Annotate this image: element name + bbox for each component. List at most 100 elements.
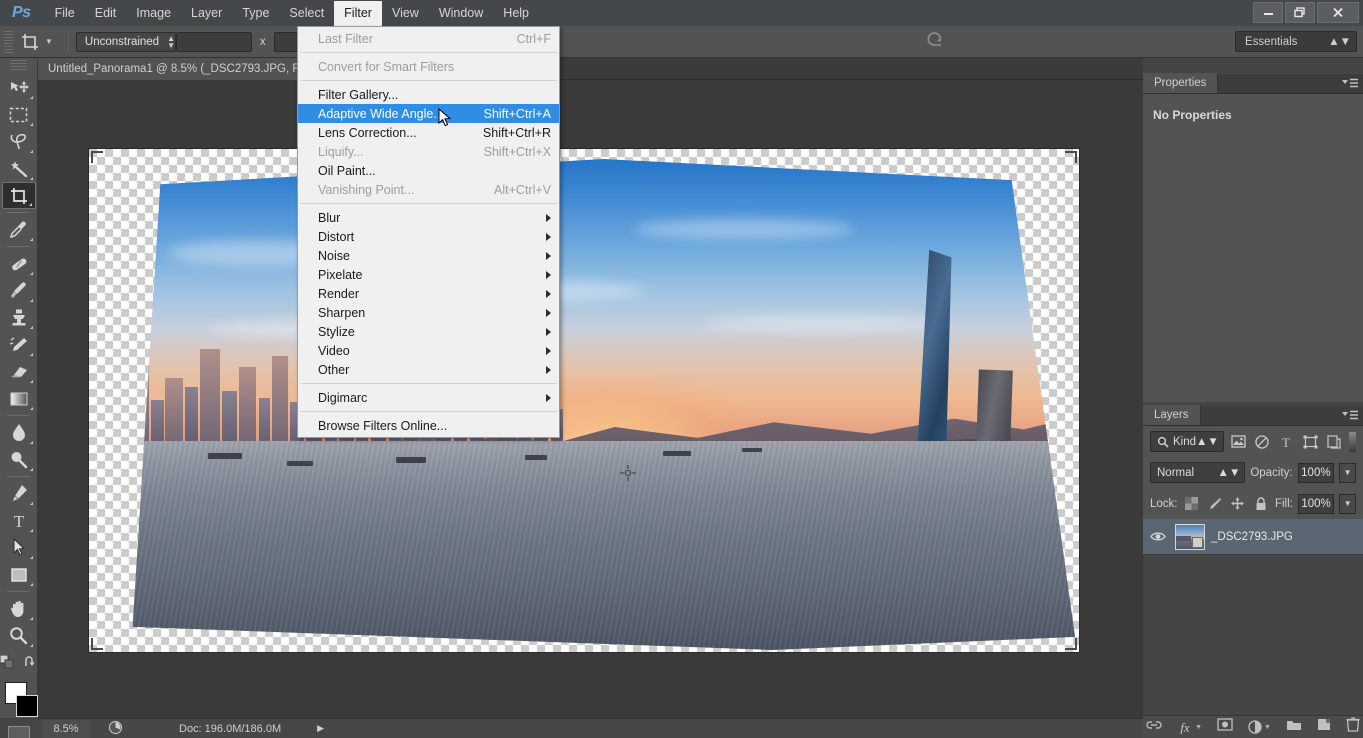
swap-colors-icon[interactable] xyxy=(24,655,38,674)
menu-item-blur[interactable]: Blur xyxy=(298,208,559,227)
tab-properties[interactable]: Properties xyxy=(1143,73,1219,93)
hand-tool[interactable] xyxy=(2,595,36,622)
lock-transparent-icon[interactable] xyxy=(1183,493,1201,514)
crop-ratio-select[interactable]: Unconstrained ▲ ▼ xyxy=(75,31,176,52)
menu-item-lens-correction[interactable]: Lens Correction... Shift+Ctrl+R xyxy=(298,123,559,142)
rectangular-marquee-tool[interactable] xyxy=(2,101,36,128)
type-tool[interactable]: T xyxy=(2,507,36,534)
new-layer-icon[interactable] xyxy=(1317,718,1331,736)
menu-help[interactable]: Help xyxy=(493,1,539,26)
layer-filter-kind-select[interactable]: Kind ▲▼ xyxy=(1150,431,1224,452)
canvas-area[interactable] xyxy=(38,80,1143,718)
menu-item-liquify[interactable]: Liquify... Shift+Ctrl+X xyxy=(298,142,559,161)
crop-handle-top-left[interactable] xyxy=(91,151,105,165)
doc-size-icon[interactable] xyxy=(108,720,123,738)
crop-icon[interactable] xyxy=(17,30,43,54)
crop-tool[interactable] xyxy=(1,182,36,209)
layer-visibility-toggle[interactable] xyxy=(1147,531,1169,542)
history-brush-tool[interactable] xyxy=(2,331,36,358)
minimize-button[interactable] xyxy=(1253,2,1283,23)
lock-all-icon[interactable] xyxy=(1252,493,1270,514)
lock-image-icon[interactable] xyxy=(1206,493,1224,514)
layer-row[interactable]: _DSC2793.JPG xyxy=(1143,519,1363,555)
fill-input[interactable]: 100% xyxy=(1297,493,1335,514)
document-tab[interactable]: Untitled_Panorama1 @ 8.5% (_DSC2793.JPG,… xyxy=(38,58,321,80)
menu-file[interactable]: File xyxy=(45,1,85,26)
clone-stamp-tool[interactable] xyxy=(2,304,36,331)
layers-panel-menu-icon[interactable] xyxy=(1342,410,1358,421)
crop-handle-top-right[interactable] xyxy=(1063,151,1077,165)
menu-item-digimarc[interactable]: Digimarc xyxy=(298,388,559,407)
magic-wand-tool[interactable] xyxy=(2,155,36,182)
blur-tool[interactable] xyxy=(2,419,36,446)
path-selection-tool[interactable] xyxy=(2,534,36,561)
menu-item-noise[interactable]: Noise xyxy=(298,246,559,265)
canvas-document[interactable] xyxy=(89,149,1079,652)
menu-item-browse-filters-online[interactable]: Browse Filters Online... xyxy=(298,416,559,435)
restore-button[interactable] xyxy=(1285,2,1315,23)
eraser-tool[interactable] xyxy=(2,358,36,385)
eyedropper-tool[interactable] xyxy=(2,216,36,243)
blend-mode-select[interactable]: Normal ▲▼ xyxy=(1150,462,1246,483)
brush-tool[interactable] xyxy=(2,277,36,304)
menu-item-filter-gallery[interactable]: Filter Gallery... xyxy=(298,85,559,104)
menu-item-video[interactable]: Video xyxy=(298,341,559,360)
fill-dropdown-icon[interactable]: ▼ xyxy=(1339,493,1356,514)
status-expand-arrow-icon[interactable]: ▶ xyxy=(317,723,324,734)
menu-item-distort[interactable]: Distort xyxy=(298,227,559,246)
menu-item-pixelate[interactable]: Pixelate xyxy=(298,265,559,284)
opacity-input[interactable]: 100% xyxy=(1297,462,1335,483)
lasso-tool[interactable] xyxy=(2,128,36,155)
smart-object-filter-icon[interactable] xyxy=(1325,431,1344,452)
adjustment-layer-icon[interactable]: ▼ xyxy=(1248,720,1271,734)
new-group-icon[interactable] xyxy=(1286,718,1302,736)
reset-icon[interactable] xyxy=(925,30,945,53)
menu-item-vanishing-point[interactable]: Vanishing Point... Alt+Ctrl+V xyxy=(298,180,559,199)
lock-position-icon[interactable] xyxy=(1229,493,1247,514)
crop-handle-bottom-right[interactable] xyxy=(1063,636,1077,650)
zoom-level[interactable]: 8.5% xyxy=(42,719,90,738)
move-tool[interactable] xyxy=(2,74,36,101)
menu-layer[interactable]: Layer xyxy=(181,1,232,26)
menu-item-sharpen[interactable]: Sharpen xyxy=(298,303,559,322)
menu-item-oil-paint[interactable]: Oil Paint... xyxy=(298,161,559,180)
type-filter-icon[interactable]: T xyxy=(1277,431,1296,452)
menu-view[interactable]: View xyxy=(382,1,429,26)
dodge-tool[interactable] xyxy=(2,446,36,473)
menu-item-other[interactable]: Other xyxy=(298,360,559,379)
link-layers-icon[interactable] xyxy=(1146,718,1162,736)
menu-type[interactable]: Type xyxy=(232,1,279,26)
menu-image[interactable]: Image xyxy=(126,1,181,26)
menu-item-convert-for-smart-filters[interactable]: Convert for Smart Filters xyxy=(298,57,559,76)
adjustment-filter-icon[interactable] xyxy=(1253,431,1272,452)
layer-mask-icon[interactable] xyxy=(1217,718,1233,736)
workspace-select[interactable]: Essentials ▲▼ xyxy=(1235,31,1357,52)
pixel-filter-icon[interactable] xyxy=(1229,431,1248,452)
toolbox-grip[interactable] xyxy=(10,60,27,72)
pen-tool[interactable] xyxy=(2,480,36,507)
filter-dropdown-menu[interactable]: Last Filter Ctrl+F Convert for Smart Filte… xyxy=(297,26,560,438)
opacity-dropdown-icon[interactable]: ▼ xyxy=(1339,462,1356,483)
delete-layer-icon[interactable] xyxy=(1346,717,1360,737)
color-swatches[interactable] xyxy=(0,680,38,724)
menu-edit[interactable]: Edit xyxy=(85,1,127,26)
layer-style-fx-icon[interactable]: fx ▼ xyxy=(1177,720,1202,734)
layer-filter-toggle[interactable] xyxy=(1348,431,1356,452)
tool-preset-chevron-icon[interactable]: ▼ xyxy=(43,37,61,46)
menu-filter[interactable]: Filter xyxy=(334,0,382,26)
menu-item-render[interactable]: Render xyxy=(298,284,559,303)
close-button[interactable] xyxy=(1317,2,1359,23)
properties-panel-menu-icon[interactable] xyxy=(1342,78,1358,89)
options-bar-grip[interactable] xyxy=(4,30,13,53)
menu-item-last-filter[interactable]: Last Filter Ctrl+F xyxy=(298,29,559,48)
quick-mask-toggle[interactable] xyxy=(7,726,30,738)
default-colors-icon[interactable] xyxy=(0,654,14,674)
zoom-tool[interactable] xyxy=(2,622,36,649)
rectangle-tool[interactable] xyxy=(2,561,36,588)
gradient-tool[interactable] xyxy=(2,385,36,412)
menu-window[interactable]: Window xyxy=(429,1,493,26)
crop-width-input[interactable] xyxy=(175,31,252,52)
crop-handle-bottom-left[interactable] xyxy=(91,636,105,650)
tab-layers[interactable]: Layers xyxy=(1143,405,1201,425)
menu-item-adaptive-wide-angle[interactable]: Adaptive Wide Angle... Shift+Ctrl+A xyxy=(298,104,559,123)
